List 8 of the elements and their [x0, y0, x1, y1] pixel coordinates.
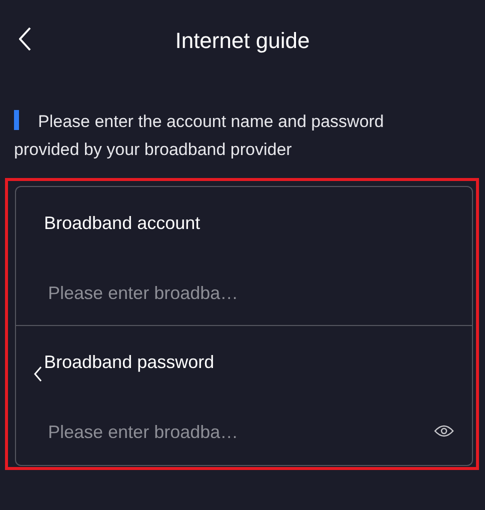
input-field[interactable]: Please enter broadba…: [48, 419, 408, 445]
field-label: Broadband password: [44, 351, 216, 374]
input-field[interactable]: Please enter broadba…: [48, 280, 408, 306]
page-title: Internet guide: [175, 28, 310, 54]
field-label: Broadband account: [44, 212, 202, 235]
chevron-icon: [33, 366, 43, 382]
instruction-text: Please enter the account name and password provided by your broadband provider: [14, 108, 434, 164]
eye-icon[interactable]: [434, 424, 454, 438]
